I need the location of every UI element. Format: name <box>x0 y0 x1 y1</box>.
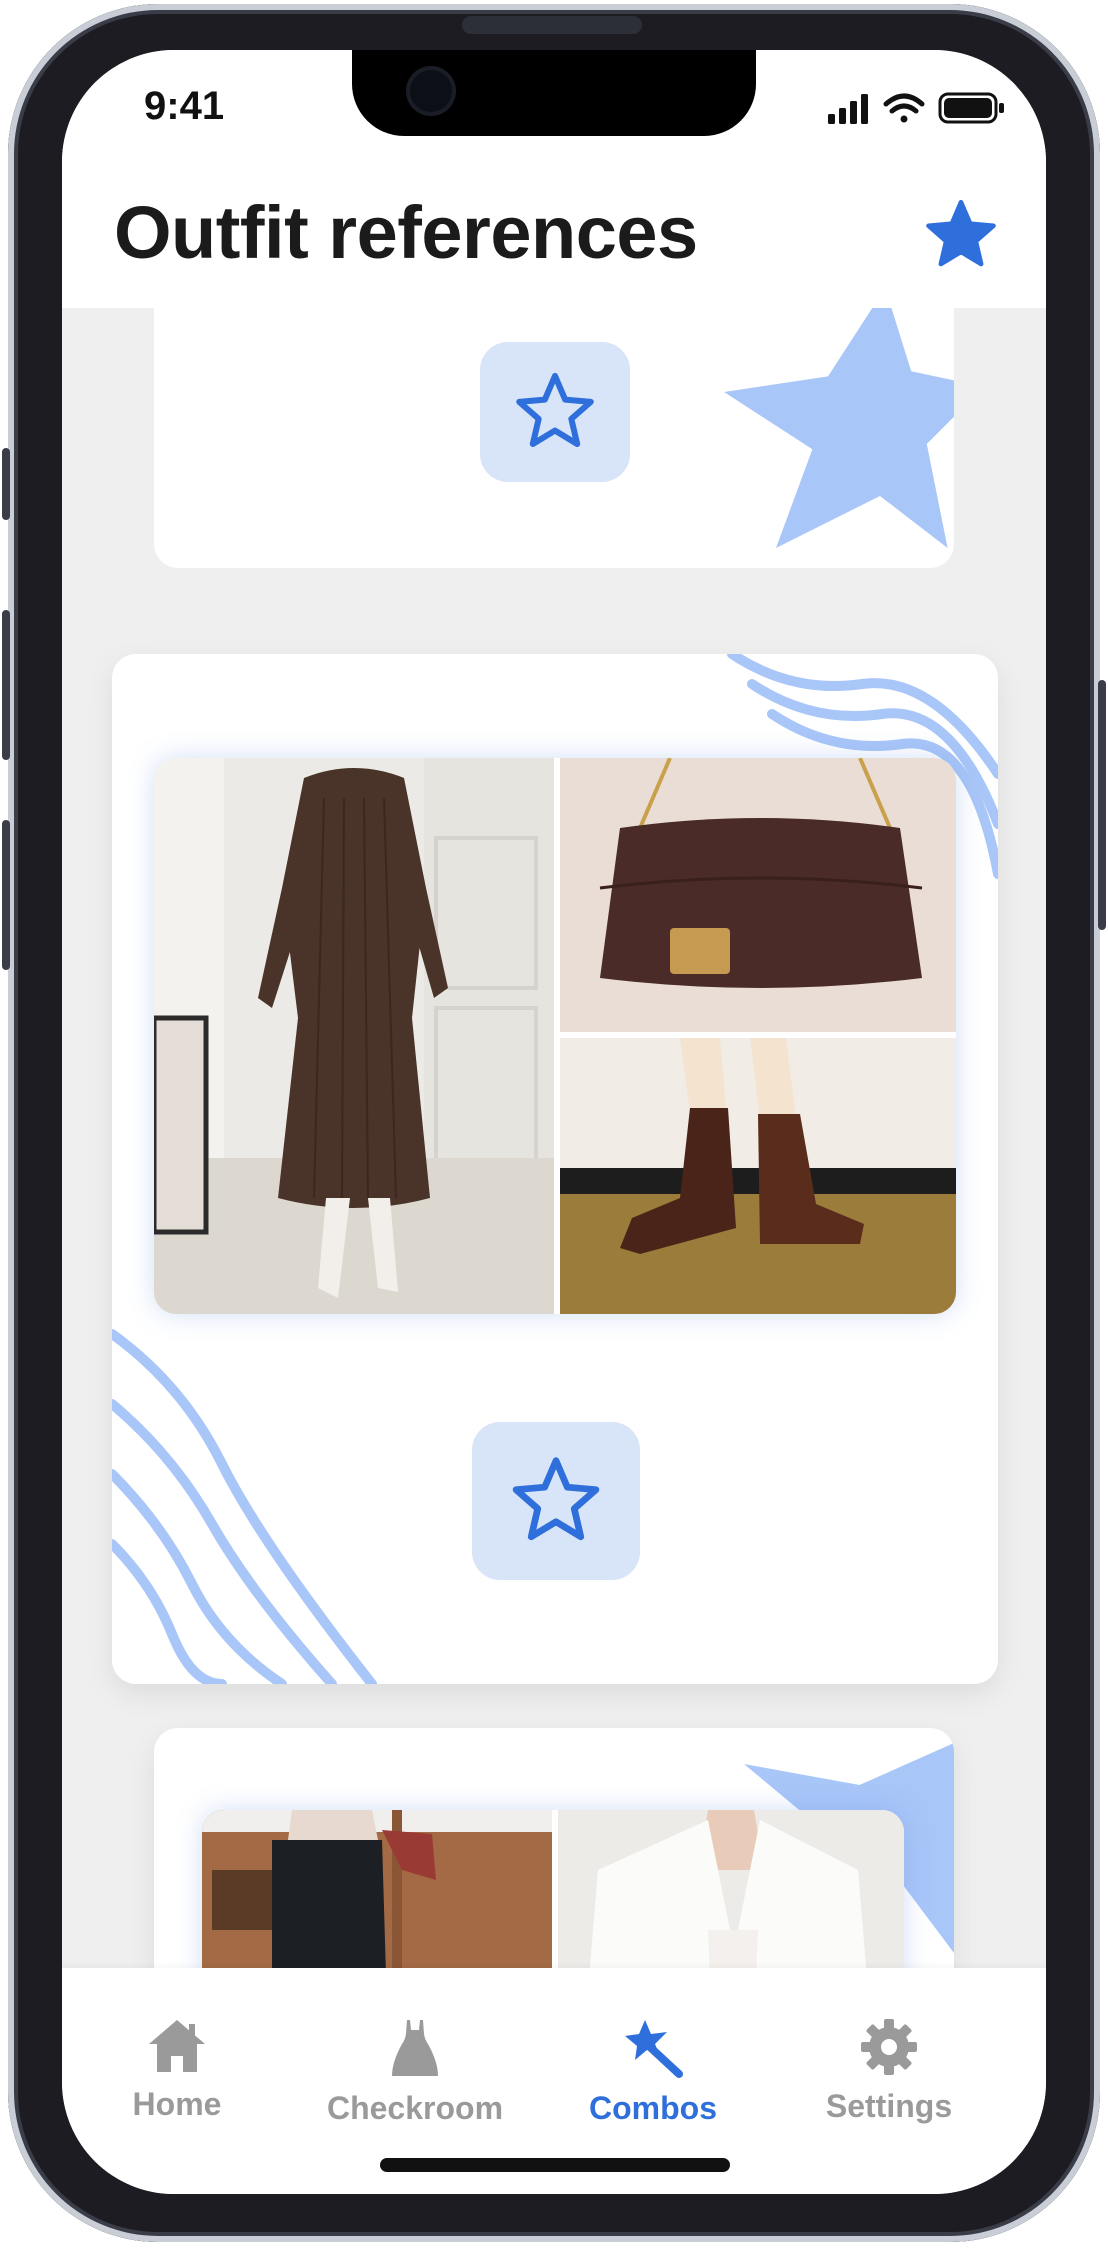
white-shirt-photo <box>558 1810 904 1968</box>
cellular-signal-icon <box>828 94 868 124</box>
power-button <box>1098 680 1106 930</box>
device-mockup: 9:41 Outfit references Home Checkroom Co… <box>0 0 1108 2248</box>
favorites-filter-button[interactable] <box>922 196 1000 274</box>
boots-photo <box>560 1038 956 1314</box>
handbag-photo <box>560 758 956 1032</box>
tab-label-checkroom: Checkroom <box>326 2090 504 2126</box>
app-screen: 9:41 Outfit references Home Checkroom Co… <box>62 50 1046 2194</box>
earpiece-speaker <box>462 16 642 34</box>
outfit-card <box>154 1728 954 1968</box>
front-camera <box>406 66 456 116</box>
tab-label-combos: Combos <box>589 2090 717 2126</box>
notch <box>352 50 756 136</box>
magic-wand-star-icon <box>625 2020 683 2078</box>
tab-home[interactable]: Home <box>72 2018 282 2123</box>
wifi-icon <box>883 93 925 123</box>
outfit-collage[interactable] <box>154 758 956 1314</box>
tab-label-settings: Settings <box>825 2088 953 2124</box>
outfit-feed[interactable] <box>62 308 1046 1968</box>
page-title: Outfit references <box>114 191 698 274</box>
outfit-card <box>154 308 954 568</box>
house-icon <box>149 2020 205 2072</box>
dress-icon <box>392 2020 438 2076</box>
decorative-wave-lines <box>112 1329 377 1684</box>
dress-photo <box>154 758 554 1314</box>
trousers-photo <box>202 1810 552 1968</box>
outfit-card <box>112 654 998 1684</box>
favorite-toggle-button[interactable] <box>480 342 630 482</box>
star-outline-icon <box>516 372 594 448</box>
gear-icon <box>861 2019 917 2075</box>
status-time: 9:41 <box>144 84 225 128</box>
outfit-collage[interactable] <box>202 1810 904 1968</box>
decorative-star-shape <box>724 308 954 548</box>
volume-up-button <box>2 610 10 760</box>
tab-checkroom[interactable]: Checkroom <box>310 2018 520 2127</box>
tab-combos[interactable]: Combos <box>548 2018 758 2127</box>
star-filled-icon <box>926 199 996 267</box>
volume-down-button <box>2 820 10 970</box>
mute-switch <box>2 448 10 520</box>
home-indicator <box>380 2158 730 2172</box>
status-icons <box>828 90 1008 131</box>
star-outline-icon <box>512 1457 600 1541</box>
tab-label-home: Home <box>132 2086 222 2122</box>
battery-icon <box>938 92 1004 124</box>
tab-settings[interactable]: Settings <box>784 2018 994 2125</box>
favorite-toggle-button[interactable] <box>472 1422 640 1580</box>
